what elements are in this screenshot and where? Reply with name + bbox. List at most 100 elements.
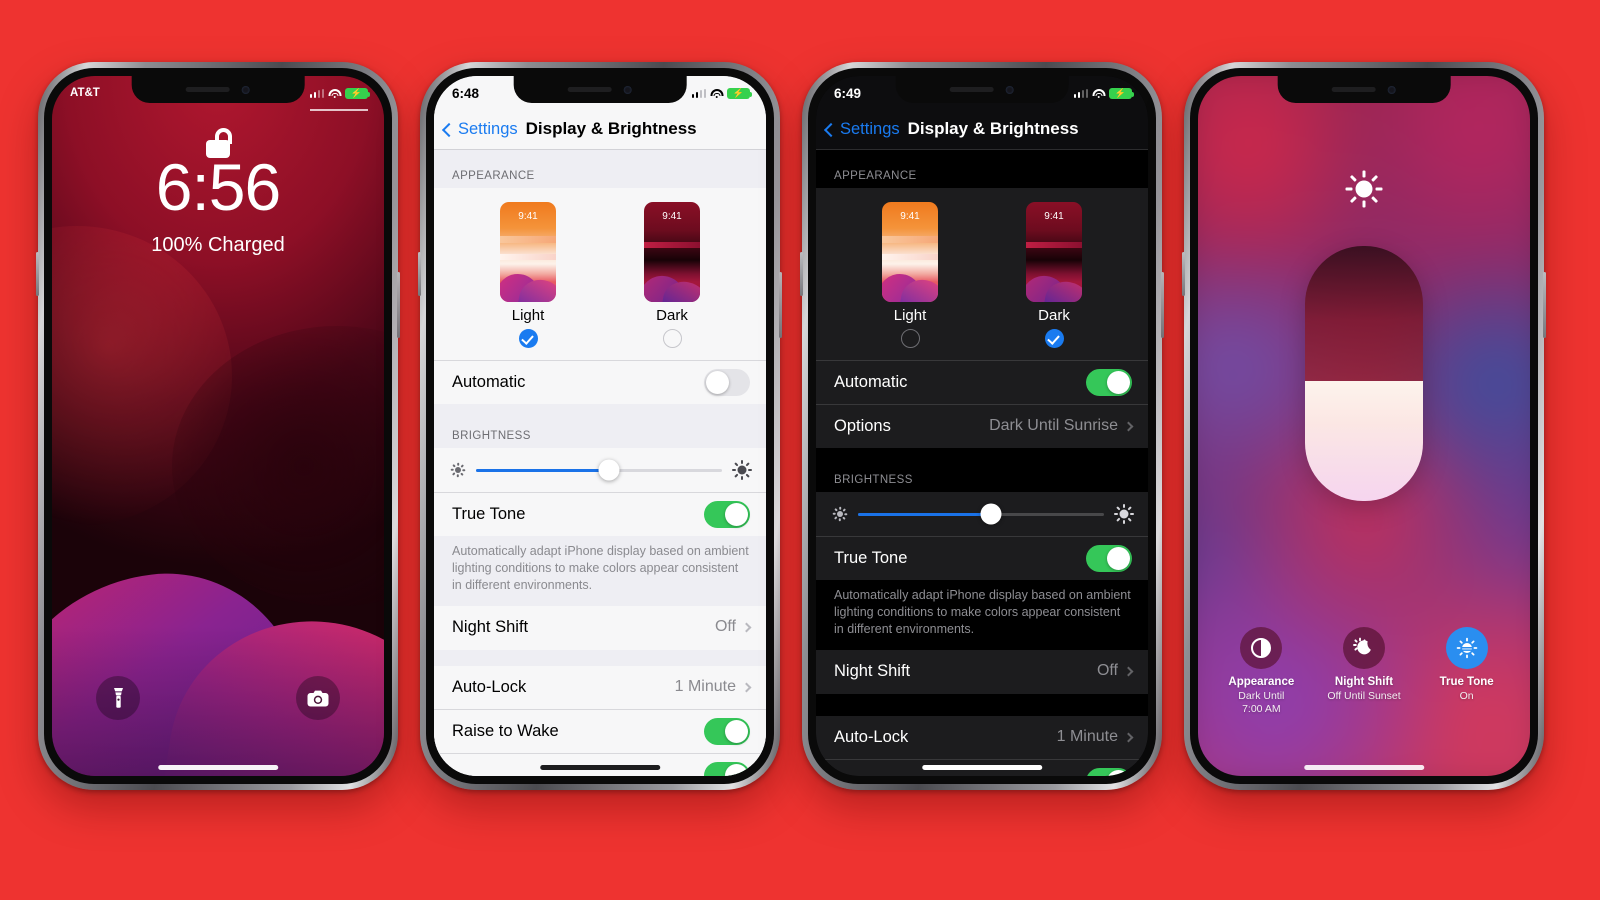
- brightness-low-sun-icon: [832, 506, 848, 522]
- auto-lock-row-light[interactable]: Auto-Lock 1 Minute: [434, 666, 766, 710]
- dark-thumb-band-1: [1026, 242, 1082, 248]
- appearance-option-light[interactable]: 9:41 Light: [882, 202, 938, 348]
- appearance-option-light[interactable]: 9:41 Light: [500, 202, 556, 348]
- light-thumb-time: 9:41: [900, 211, 920, 222]
- phone2-volume-buttons[interactable]: [418, 252, 421, 296]
- home-indicator[interactable]: [922, 765, 1042, 770]
- night-shift-value: Off: [1096, 662, 1118, 680]
- status-bar-underline: [310, 109, 368, 111]
- dark-option-radio-selected[interactable]: [1044, 329, 1064, 348]
- thumb-band-2: [500, 254, 556, 260]
- brightness-slider-track-light[interactable]: [476, 459, 722, 481]
- home-indicator[interactable]: [540, 765, 660, 770]
- phone3-power-button[interactable]: [1161, 272, 1164, 338]
- night-shift-value-group: Off: [715, 618, 752, 636]
- partial-row-toggle[interactable]: [704, 761, 750, 776]
- phone-control-center: Appearance Dark Until 7:00 AM Night Shif…: [1182, 62, 1546, 790]
- brightness-slider-track-dark[interactable]: [858, 503, 1104, 525]
- options-value-group: Dark Until Sunrise: [989, 417, 1134, 435]
- appearance-group-dark: 9:41 Light 9:41 Dark Automatic Options D…: [816, 188, 1148, 448]
- phone-settings-dark: Settings Display & Brightness APPEARANCE: [800, 62, 1164, 790]
- home-indicator[interactable]: [1304, 765, 1424, 770]
- night-shift-group-dark: Night Shift Off: [816, 649, 1148, 694]
- partial-row-toggle[interactable]: [1086, 767, 1132, 776]
- options-row-dark[interactable]: Options Dark Until Sunrise: [816, 404, 1148, 448]
- brightness-slider-fill-light: [476, 468, 609, 472]
- automatic-toggle[interactable]: [1086, 368, 1132, 396]
- settings-light-screen: Settings Display & Brightness APPEARANCE: [434, 76, 766, 776]
- front-camera: [1006, 85, 1014, 94]
- toggle-knob: [1107, 546, 1130, 570]
- phone3-volume-buttons[interactable]: [800, 252, 803, 296]
- automatic-toggle[interactable]: [704, 368, 750, 396]
- settings-scroll-light[interactable]: APPEARANCE 9:41 Light 9:41 Dark Automati…: [434, 150, 766, 776]
- light-thumb-time: 9:41: [518, 211, 538, 222]
- dark-thumb-time: 9:41: [1044, 211, 1064, 222]
- settings-scroll-dark[interactable]: APPEARANCE 9:41 Light 9:41 Dark Automati…: [816, 150, 1148, 776]
- true-tone-toggle[interactable]: [704, 500, 750, 528]
- true-tone-control-button[interactable]: True Tone On: [1421, 627, 1513, 716]
- night-shift-row-dark[interactable]: Night Shift Off: [816, 650, 1148, 694]
- brightness-slider-row-dark[interactable]: [816, 492, 1148, 536]
- thumb-band-1: [882, 236, 938, 243]
- brightness-slider-expanded[interactable]: [1305, 246, 1423, 501]
- true-tone-row-light[interactable]: True Tone: [434, 492, 766, 536]
- wifi-icon: [1092, 88, 1105, 99]
- true-tone-row-dark[interactable]: True Tone: [816, 536, 1148, 580]
- night-shift-row-light[interactable]: Night Shift Off: [434, 606, 766, 650]
- auto-lock-label: Auto-Lock: [452, 677, 527, 696]
- earpiece-speaker: [568, 87, 612, 92]
- appearance-options-row: 9:41 Light 9:41 Dark: [434, 188, 766, 360]
- toggle-knob: [725, 763, 748, 776]
- toggle-knob: [725, 719, 748, 743]
- light-option-radio-unselected[interactable]: [900, 329, 920, 348]
- night-shift-circle: [1342, 627, 1385, 670]
- true-tone-sun-icon: [1456, 638, 1477, 659]
- phone1-power-button[interactable]: [397, 272, 400, 338]
- appearance-control-button[interactable]: Appearance Dark Until 7:00 AM: [1215, 627, 1307, 716]
- dark-wallpaper-thumbnail: 9:41: [1026, 202, 1082, 302]
- light-option-label: Light: [511, 307, 545, 324]
- home-indicator[interactable]: [158, 765, 278, 770]
- brightness-control-buttons: Appearance Dark Until 7:00 AM Night Shif…: [1198, 627, 1530, 716]
- phone2-power-button[interactable]: [779, 272, 782, 338]
- true-tone-toggle[interactable]: [1086, 544, 1132, 572]
- earpiece-speaker: [186, 87, 230, 92]
- dark-thumb-time: 9:41: [662, 211, 682, 222]
- phone-lockscreen: AT&T ⚡ 6:56 100% Charged: [36, 62, 400, 790]
- chevron-left-icon: [441, 122, 457, 137]
- automatic-row-light[interactable]: Automatic: [434, 360, 766, 404]
- auto-lock-value: 1 Minute: [1056, 728, 1118, 746]
- appearance-control-title: Appearance: [1228, 676, 1295, 689]
- raise-to-wake-row-light[interactable]: Raise to Wake: [434, 710, 766, 754]
- chevron-right-icon: [1123, 732, 1134, 743]
- back-to-settings-button[interactable]: Settings: [823, 120, 900, 139]
- wifi-icon: [328, 88, 341, 99]
- raise-to-wake-toggle[interactable]: [704, 717, 750, 745]
- appearance-option-dark[interactable]: 9:41 Dark: [644, 202, 700, 348]
- back-to-settings-button[interactable]: Settings: [441, 120, 518, 139]
- dark-option-radio-unselected[interactable]: [662, 329, 682, 348]
- wifi-icon: [710, 88, 723, 99]
- phone4-power-button[interactable]: [1543, 272, 1546, 338]
- flashlight-button[interactable]: [96, 676, 140, 720]
- display-brightness-settings-light: Settings Display & Brightness APPEARANCE: [434, 76, 766, 776]
- brightness-slider-thumb-light[interactable]: [598, 459, 620, 481]
- brightness-slider-thumb-dark[interactable]: [980, 503, 1002, 525]
- night-shift-control-button[interactable]: Night Shift Off Until Sunset: [1318, 627, 1410, 716]
- camera-button[interactable]: [296, 676, 340, 720]
- true-tone-footnote: Automatically adapt iPhone display based…: [834, 588, 1131, 636]
- brightness-slider-row-light[interactable]: [434, 448, 766, 492]
- phone1-volume-buttons[interactable]: [36, 252, 39, 296]
- auto-lock-row-dark[interactable]: Auto-Lock 1 Minute: [816, 716, 1148, 760]
- dark-wallpaper-thumbnail: 9:41: [644, 202, 700, 302]
- appearance-option-dark[interactable]: 9:41 Dark: [1026, 202, 1082, 348]
- front-camera: [624, 85, 632, 94]
- cellular-signal-icon: [309, 88, 324, 98]
- thumb-band-1: [500, 236, 556, 243]
- automatic-row-dark[interactable]: Automatic: [816, 360, 1148, 404]
- light-option-radio-selected[interactable]: [518, 329, 538, 348]
- true-tone-label: True Tone: [834, 548, 908, 567]
- true-tone-control-title: True Tone: [1439, 676, 1494, 689]
- phone4-volume-buttons[interactable]: [1182, 252, 1185, 296]
